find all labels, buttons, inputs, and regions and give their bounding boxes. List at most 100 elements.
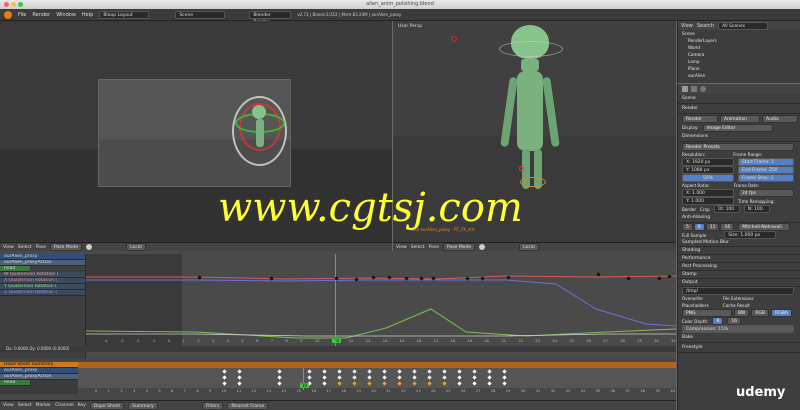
dope-keyframe[interactable]	[502, 369, 507, 374]
transform-orientation[interactable]: Local	[519, 243, 539, 251]
dope-keyframe[interactable]	[412, 381, 417, 386]
dope-keyframe[interactable]	[397, 381, 402, 386]
world-tab-icon[interactable]	[700, 86, 706, 92]
pose-menu[interactable]: Pose	[36, 245, 46, 250]
render-tab-icon[interactable]	[682, 86, 688, 92]
minimize-icon[interactable]	[11, 2, 16, 7]
resolution-percent[interactable]: 50%	[682, 174, 734, 182]
resolution-x[interactable]: X: 1920 px	[682, 158, 734, 166]
properties-section-shading[interactable]: Shading	[678, 247, 800, 255]
properties-section-stamp[interactable]: Stamp	[678, 271, 800, 279]
properties-section-post-processing[interactable]: Post Processing	[678, 263, 800, 271]
channel-menu[interactable]: Channel	[55, 403, 73, 408]
dimensions-header[interactable]: Dimensions	[678, 132, 800, 142]
outliner-item[interactable]: Lamp	[678, 58, 800, 65]
aa-filter[interactable]: Mitchell-Netravali	[738, 223, 791, 231]
graph-current-frame-line[interactable]	[335, 254, 336, 346]
dope-keyframe[interactable]	[322, 369, 327, 374]
display-selector[interactable]: Image Editor	[702, 123, 773, 132]
head-control-circle[interactable]	[499, 41, 563, 57]
filters-button[interactable]: Filters	[201, 401, 224, 410]
crop-checkbox[interactable]: Crop	[700, 207, 710, 212]
dope-keyframe[interactable]	[487, 369, 492, 374]
dope-keyframe[interactable]	[427, 375, 432, 380]
color-rgba[interactable]: RGBA	[771, 309, 792, 317]
properties-section-sampled-motion-blur[interactable]: Sampled Motion Blur	[678, 239, 800, 247]
render-presets[interactable]: Render Presets	[682, 142, 794, 151]
audio-button[interactable]: Audio	[762, 114, 798, 123]
key-menu[interactable]: Key	[78, 403, 86, 408]
dope-keyframe[interactable]	[367, 381, 372, 386]
aspect-x[interactable]: X: 1.000	[682, 189, 734, 197]
frame-step[interactable]: Frame Step: 1	[738, 174, 794, 182]
scene-tab-icon[interactable]	[691, 86, 697, 92]
outliner-filter[interactable]: All Scenes	[718, 21, 769, 30]
close-icon[interactable]	[4, 2, 9, 7]
dopesheet-mode[interactable]: Dope Sheet	[89, 401, 125, 410]
outliner-item[interactable]: Camera	[678, 51, 800, 58]
dope-keyframe[interactable]	[382, 369, 387, 374]
start-frame[interactable]: Start Frame: 1	[738, 158, 794, 166]
properties-section-performance[interactable]: Performance	[678, 255, 800, 263]
animation-button[interactable]: Animation	[720, 114, 760, 123]
menu-help[interactable]: Help	[82, 12, 93, 18]
dope-keyframe[interactable]	[457, 375, 462, 380]
freestyle-header[interactable]: Freestyle	[678, 343, 800, 353]
depth-16[interactable]: 16	[727, 317, 742, 325]
dope-keyframe[interactable]	[322, 375, 327, 380]
border-checkbox[interactable]: Border	[682, 207, 696, 212]
dope-keyframe[interactable]	[352, 369, 357, 374]
outliner[interactable]: View Search All Scenes Scene RenderLayers…	[677, 21, 800, 83]
dope-keyframe[interactable]	[397, 369, 402, 374]
time-remap-new[interactable]: N: 100	[743, 205, 770, 213]
end-frame[interactable]: End Frame: 250	[738, 166, 794, 174]
select-menu[interactable]: Select	[18, 245, 32, 250]
bake-header[interactable]: Bake	[678, 333, 800, 343]
mode-selector[interactable]: Pose Mode	[50, 243, 83, 251]
channel-z-rot[interactable]: Z Quaternion Rotation (	[0, 290, 85, 296]
foot-control[interactable]	[520, 177, 546, 187]
dope-keyframe[interactable]	[237, 375, 242, 380]
dope-keyframe[interactable]	[442, 381, 447, 386]
outliner-item[interactable]: ourAlien	[678, 72, 800, 79]
overwrite-checkbox[interactable]: Overwrite	[682, 296, 703, 301]
dope-keyframe[interactable]	[337, 381, 342, 386]
snap-selector[interactable]: Nearest Frame	[227, 401, 269, 410]
select-menu[interactable]: Select	[411, 245, 425, 250]
time-remap-old[interactable]: Ol: 100	[713, 205, 740, 213]
aa-samples-8[interactable]: 8	[693, 223, 705, 231]
color-rgb[interactable]: RGB	[751, 309, 770, 317]
dope-keyframe[interactable]	[337, 375, 342, 380]
view-menu[interactable]: View	[3, 245, 14, 250]
outliner-view-menu[interactable]: View	[681, 23, 693, 29]
fps-selector[interactable]: 24 fps	[738, 189, 794, 197]
dope-keyframe[interactable]	[502, 375, 507, 380]
render-section-header[interactable]: Render	[678, 104, 800, 114]
shading-icon[interactable]	[479, 244, 486, 250]
outliner-item[interactable]: RenderLayers	[678, 37, 800, 44]
3d-cursor-icon[interactable]	[451, 36, 457, 42]
menu-window[interactable]: Window	[56, 12, 76, 18]
properties-section-output[interactable]: Output	[678, 279, 800, 287]
placeholders-checkbox[interactable]: Placeholders	[682, 303, 709, 308]
dope-keyframe[interactable]	[322, 381, 327, 386]
properties-panel[interactable]: Scene Render Render Animation Audio Disp…	[677, 84, 800, 410]
dope-keyframe[interactable]	[382, 381, 387, 386]
dope-keyframe[interactable]	[307, 375, 312, 380]
dope-keyframe[interactable]	[277, 375, 282, 380]
view-menu[interactable]: View	[396, 245, 407, 250]
layout-selector[interactable]: Bloop Layout	[99, 10, 150, 19]
pose-menu[interactable]: Pose	[429, 245, 439, 250]
dope-keyframe[interactable]	[487, 381, 492, 386]
dope-keyframe[interactable]	[222, 369, 227, 374]
dope-keyframe[interactable]	[427, 369, 432, 374]
dope-keyframe[interactable]	[367, 375, 372, 380]
view-menu[interactable]: View	[3, 403, 14, 408]
dope-frame-marker[interactable]: 10	[300, 383, 310, 388]
dope-keyframe[interactable]	[457, 381, 462, 386]
aa-samples-5[interactable]: 5	[682, 223, 693, 231]
maximize-icon[interactable]	[18, 2, 23, 7]
summary-toggle[interactable]: Summary	[128, 401, 158, 410]
outliner-search-menu[interactable]: Search	[697, 23, 714, 29]
depth-8[interactable]: 8	[712, 317, 724, 325]
